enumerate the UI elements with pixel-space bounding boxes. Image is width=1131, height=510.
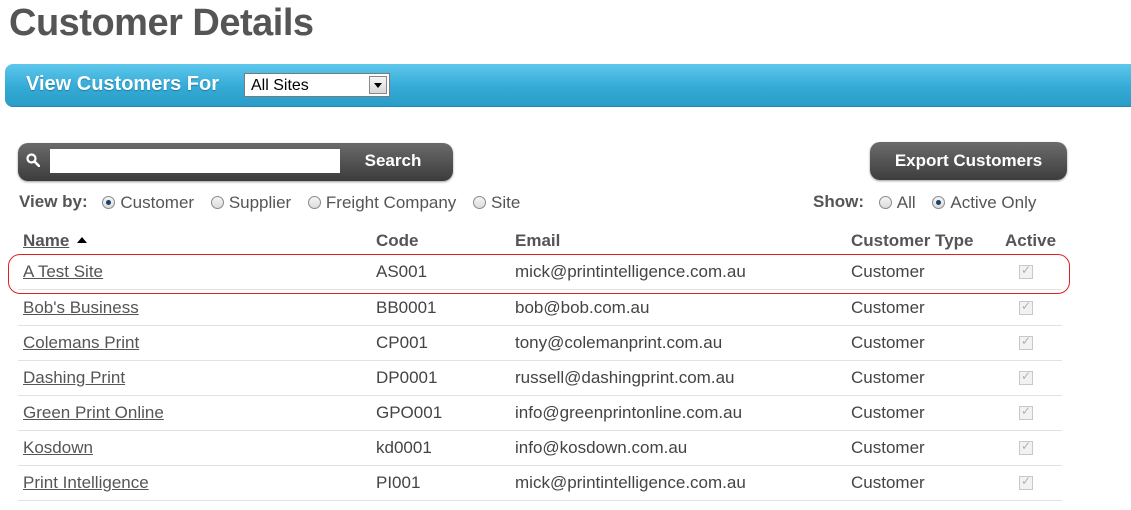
column-header-name-label: Name xyxy=(23,231,70,250)
customer-email: russell@dashingprint.com.au xyxy=(515,368,735,387)
show-option-all[interactable]: All xyxy=(878,192,916,213)
export-customers-button[interactable]: Export Customers xyxy=(870,142,1067,180)
table-row: Green Print Online GPO001 info@greenprin… xyxy=(18,395,1062,431)
table-row: Bob's Business BB0001 bob@bob.com.au Cus… xyxy=(18,290,1062,326)
customer-code: PI001 xyxy=(376,473,421,492)
customer-type: Customer xyxy=(851,473,925,492)
search-icon xyxy=(26,153,40,167)
radio-supplier[interactable] xyxy=(210,195,224,209)
chevron-down-icon[interactable] xyxy=(369,76,387,94)
radio-site[interactable] xyxy=(473,195,487,209)
page-title: Customer Details xyxy=(9,2,314,44)
view-by-option-label: Customer xyxy=(120,192,195,212)
view-by-option-label: Supplier xyxy=(228,192,292,212)
table-header: Name Code Email Customer Type Active xyxy=(0,231,1131,253)
customer-type: Customer xyxy=(851,333,925,352)
table-row: Dashing Print DP0001 russell@dashingprin… xyxy=(18,360,1062,396)
search-button[interactable]: Search xyxy=(348,151,438,171)
customer-name-link[interactable]: Kosdown xyxy=(23,438,93,458)
view-by-option-supplier[interactable]: Supplier xyxy=(210,192,292,213)
sort-ascending-icon xyxy=(77,237,88,243)
search-box: Search xyxy=(18,143,453,181)
column-header-email: Email xyxy=(515,231,561,250)
customer-type: Customer xyxy=(851,298,925,317)
view-customers-bar: View Customers For All Sites xyxy=(5,64,1131,107)
column-header-name[interactable]: Name xyxy=(23,231,88,251)
active-checkbox xyxy=(1019,474,1033,490)
row-highlight-annotation xyxy=(8,254,1070,294)
view-by-option-site[interactable]: Site xyxy=(473,193,520,213)
active-checkbox xyxy=(1019,369,1033,385)
search-input[interactable] xyxy=(50,149,340,173)
customer-code: CP001 xyxy=(376,333,428,352)
radio-active-only[interactable] xyxy=(932,195,946,209)
radio-all[interactable] xyxy=(878,195,892,209)
view-by-group: View by: Customer Supplier Freight Compa… xyxy=(19,192,532,213)
customer-type: Customer xyxy=(851,368,925,387)
customer-code: kd0001 xyxy=(376,438,432,457)
view-by-option-label: Site xyxy=(491,192,521,212)
customer-type: Customer xyxy=(851,438,925,457)
customer-email: mick@printintelligence.com.au xyxy=(515,473,746,492)
column-header-customer-type: Customer Type xyxy=(851,231,974,250)
view-by-option-freight-company[interactable]: Freight Company xyxy=(307,192,457,213)
view-by-option-customer[interactable]: Customer xyxy=(102,193,194,213)
customer-code: BB0001 xyxy=(376,298,437,317)
active-checkbox xyxy=(1019,404,1033,420)
customer-code: GPO001 xyxy=(376,403,443,422)
view-customers-label: View Customers For xyxy=(26,73,220,95)
site-select[interactable]: All Sites xyxy=(244,73,390,97)
table-row: Colemans Print CP001 tony@colemanprint.c… xyxy=(18,325,1062,361)
customer-code: DP0001 xyxy=(376,368,438,387)
customer-email: info@kosdown.com.au xyxy=(515,438,688,457)
table-row: Kosdown kd0001 info@kosdown.com.au Custo… xyxy=(18,430,1062,466)
customer-name-link[interactable]: Dashing Print xyxy=(23,368,125,388)
customer-type: Customer xyxy=(851,403,925,422)
customer-email: bob@bob.com.au xyxy=(515,298,650,317)
view-by-label: View by: xyxy=(19,192,88,211)
view-by-option-label: Freight Company xyxy=(325,192,457,212)
customer-name-link[interactable]: Green Print Online xyxy=(23,403,164,423)
customer-email: info@greenprintonline.com.au xyxy=(515,403,743,422)
customer-name-link[interactable]: Bob's Business xyxy=(23,298,139,318)
active-checkbox xyxy=(1019,299,1033,315)
show-option-label: All xyxy=(896,192,916,212)
table-row: Print Intelligence PI001 mick@printintel… xyxy=(18,465,1062,501)
column-header-active: Active xyxy=(1005,231,1057,250)
active-checkbox xyxy=(1019,439,1033,455)
customer-name-link[interactable]: Print Intelligence xyxy=(23,473,149,493)
site-select-value: All Sites xyxy=(251,77,309,94)
show-option-active-only[interactable]: Active Only xyxy=(932,193,1036,213)
active-checkbox xyxy=(1019,334,1033,350)
show-option-label: Active Only xyxy=(950,192,1037,212)
radio-customer[interactable] xyxy=(102,195,116,209)
show-label: Show: xyxy=(813,192,864,211)
radio-freight-company[interactable] xyxy=(307,195,321,209)
column-header-code: Code xyxy=(376,231,419,250)
show-group: Show: All Active Only xyxy=(813,192,1036,213)
customer-name-link[interactable]: Colemans Print xyxy=(23,333,139,353)
customer-email: tony@colemanprint.com.au xyxy=(515,333,723,352)
